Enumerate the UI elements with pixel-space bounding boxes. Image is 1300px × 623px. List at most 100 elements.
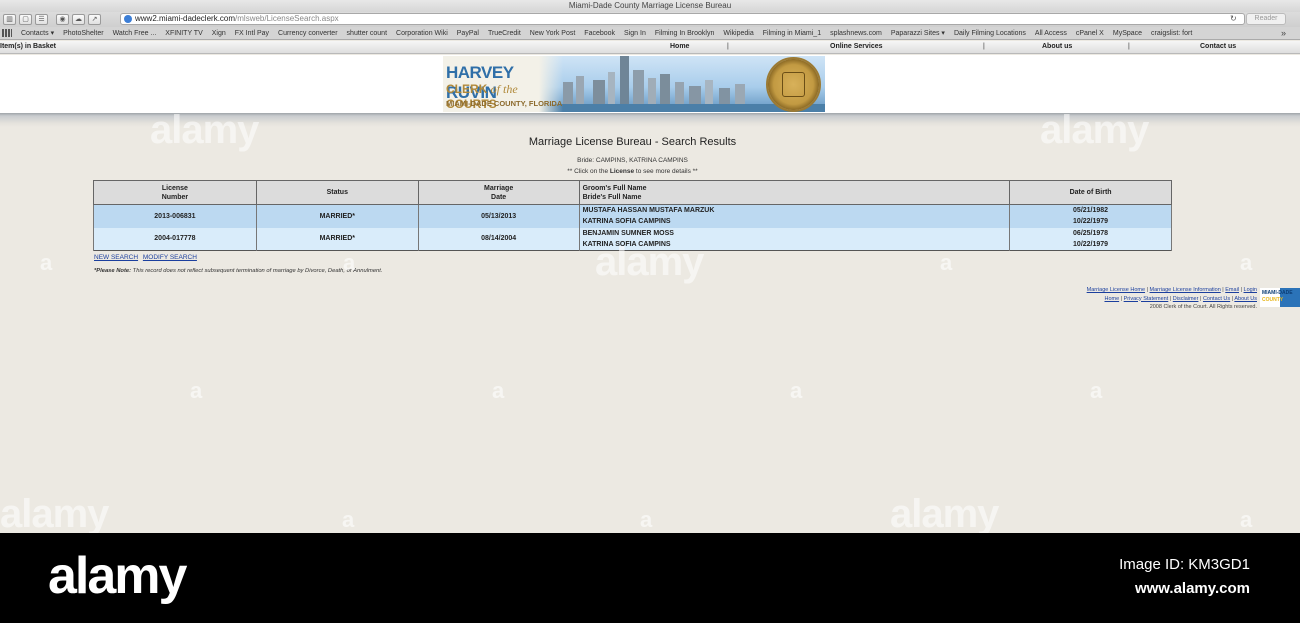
bookmarks-bar: Contacts ▾ PhotoShelter Watch Free ... X… [0, 27, 1300, 40]
clerk-banner[interactable]: HARVEY RUVIN CLERK of the COURTS MIAMI-D… [443, 56, 825, 112]
grid-icon[interactable] [2, 29, 12, 37]
watermark-ghost: a [492, 378, 505, 403]
watermark-url: www.alamy.com [1134, 580, 1250, 597]
copyright: 2008 Clerk of the Court. All Rights rese… [1149, 304, 1257, 310]
bookmark-item[interactable]: Sign In [624, 30, 646, 37]
nav-about-us[interactable]: About us [1042, 43, 1072, 50]
status-cell: MARRIED* [255, 227, 419, 251]
sidebar-icon[interactable]: ▥ [3, 14, 16, 25]
bookmark-item[interactable]: shutter count [347, 30, 387, 37]
reload-icon[interactable]: ↻ [1230, 14, 1237, 23]
watermark-ghost: alamy [595, 240, 704, 284]
bookmark-item[interactable]: splashnews.com [830, 30, 882, 37]
bookmark-item[interactable]: Filming In Brooklyn [655, 30, 715, 37]
modify-search-link[interactable]: MODIFY SEARCH [143, 254, 197, 261]
search-actions: NEW SEARCH MODIFY SEARCH [94, 254, 200, 261]
footer-link-about[interactable]: About Us [1234, 296, 1257, 302]
banner-county: MIAMI-DADE COUNTY, FLORIDA [446, 99, 563, 108]
alamy-logo: alamy [48, 547, 187, 605]
license-number-link[interactable]: 2013-006831 [93, 204, 257, 228]
header-date-of-birth: Date of Birth [1009, 180, 1172, 205]
address-bar[interactable]: www2.miami-dadeclerk.com/mlsweb/LicenseS… [120, 13, 1245, 25]
footer-link-email[interactable]: Email [1225, 287, 1239, 293]
basket-link[interactable]: Item(s) in Basket [0, 43, 56, 50]
url-host: www2.miami-dadeclerk.com [135, 14, 236, 23]
watermark-ghost: a [1240, 507, 1253, 532]
new-search-link[interactable]: NEW SEARCH [94, 254, 138, 261]
globe-icon [124, 15, 132, 23]
nav-separator: | [1128, 43, 1130, 50]
chevron-right-icon[interactable]: » [1281, 28, 1286, 38]
click-hint: ** Click on the License to see more deta… [567, 168, 698, 175]
share-icon[interactable]: ↗ [88, 14, 101, 25]
bookmark-item[interactable]: FX Intl Pay [235, 30, 269, 37]
watermark-ghost: alamy [890, 492, 999, 536]
footer-link-contact[interactable]: Contact Us [1203, 296, 1230, 302]
watermark-ghost: alamy [150, 108, 259, 152]
header-names: Groom's Full Name Bride's Full Name [578, 180, 1011, 205]
bookmark-item[interactable]: Paparazzi Sites ▾ [891, 29, 945, 37]
marriage-date-cell: 08/14/2004 [417, 227, 580, 251]
watermark-ghost: a [40, 250, 53, 275]
dob-cell: 05/21/1982 10/22/1979 [1009, 204, 1172, 228]
footer-link-login[interactable]: Login [1244, 287, 1257, 293]
bookmark-item[interactable]: TrueCredit [488, 30, 521, 37]
bookmark-item[interactable]: Filming in Miami_1 [763, 30, 821, 37]
watermark-ghost: a [1090, 378, 1103, 403]
footer-link-ml-info[interactable]: Marriage License Information [1150, 287, 1221, 293]
nav-online-services[interactable]: Online Services [830, 43, 883, 50]
watermark-ghost: a [190, 378, 203, 403]
bookmark-item[interactable]: Facebook [584, 30, 615, 37]
dob-cell: 06/25/1978 10/22/1979 [1009, 227, 1172, 251]
miami-dade-logo[interactable]: MIAMI-DADE COUNTY [1260, 288, 1300, 307]
table-header-row: License Number Status Marriage Date Groom'… [93, 180, 1172, 205]
header-status: Status [255, 180, 419, 205]
top-sites-icon[interactable]: ▢ [19, 14, 32, 25]
bookmark-item[interactable]: New York Post [530, 30, 576, 37]
watermark-ghost: a [1240, 250, 1253, 275]
footer-link-home[interactable]: Home [1104, 296, 1119, 302]
image-id: Image ID: KM3GD1 [1119, 556, 1250, 573]
marriage-date-cell: 05/13/2013 [417, 204, 580, 228]
bookmark-item[interactable]: cPanel X [1076, 30, 1104, 37]
window-title: Miami-Dade County Marriage License Burea… [0, 0, 1300, 12]
status-cell: MARRIED* [255, 204, 419, 228]
bookmark-item[interactable]: XFINITY TV [165, 30, 202, 37]
search-criteria: Bride: CAMPINS, KATRINA CAMPINS [577, 157, 688, 164]
watermark-ghost: a [342, 507, 355, 532]
cloud-icon[interactable]: ☁ [72, 14, 85, 25]
bookmark-item[interactable]: MySpace [1113, 30, 1142, 37]
nav-separator: | [983, 43, 985, 50]
table-row[interactable]: 2013-006831 MARRIED* 05/13/2013 MUSTAFA … [93, 204, 1172, 228]
bookmark-item[interactable]: Watch Free ... [113, 30, 157, 37]
bookmark-item[interactable]: Xign [212, 30, 226, 37]
site-header: HARVEY RUVIN CLERK of the COURTS MIAMI-D… [0, 55, 1300, 113]
bookmark-item[interactable]: PayPal [457, 30, 479, 37]
footer-link-privacy[interactable]: Privacy Statement [1124, 296, 1169, 302]
watermark-ghost: alamy [0, 492, 109, 536]
names-cell: MUSTAFA HASSAN MUSTAFA MARZUK KATRINA SOF… [578, 204, 1011, 228]
header-license-number: License Number [93, 180, 257, 205]
bookmark-item[interactable]: craigslist: fort [1151, 30, 1192, 37]
bookmark-item[interactable]: Contacts ▾ [21, 29, 54, 37]
footer-link-disclaimer[interactable]: Disclaimer [1173, 296, 1199, 302]
license-number-link[interactable]: 2004-017778 [93, 227, 257, 251]
watermark-ghost: a [343, 250, 356, 275]
bookmark-item[interactable]: PhotoShelter [63, 30, 103, 37]
bookmark-item[interactable]: Currency converter [278, 30, 338, 37]
bookmark-item[interactable]: Wikipedia [723, 30, 753, 37]
watermark-ghost: a [640, 507, 653, 532]
bookmark-item[interactable]: All Access [1035, 30, 1067, 37]
bookmark-item[interactable]: Daily Filming Locations [954, 30, 1026, 37]
stop-icon[interactable]: ◉ [56, 14, 69, 25]
site-footer: Marriage License Home | Marriage License… [1086, 287, 1257, 310]
header-marriage-date: Marriage Date [417, 180, 580, 205]
bookmarks-icon[interactable]: ☰ [35, 14, 48, 25]
nav-home[interactable]: Home [670, 43, 689, 50]
watermark-ghost: alamy [1040, 108, 1149, 152]
nav-separator: | [727, 43, 729, 50]
bookmark-item[interactable]: Corporation Wiki [396, 30, 448, 37]
reader-button[interactable]: Reader [1246, 13, 1286, 25]
footer-link-ml-home[interactable]: Marriage License Home [1087, 287, 1145, 293]
nav-contact-us[interactable]: Contact us [1200, 43, 1236, 50]
